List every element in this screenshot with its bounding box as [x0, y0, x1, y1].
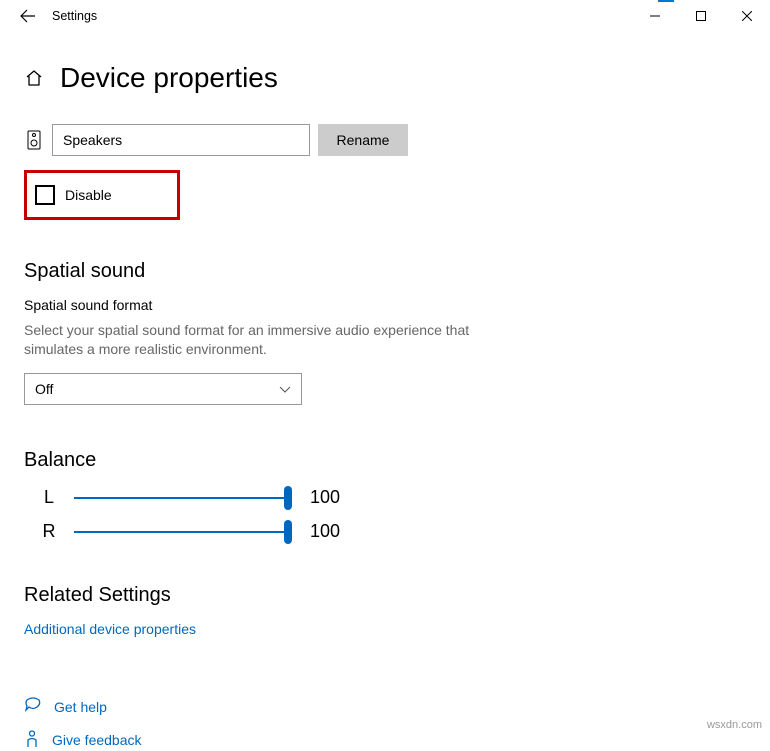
titlebar: Settings	[0, 0, 770, 32]
maximize-icon	[696, 11, 706, 21]
give-feedback-row: Give feedback	[24, 730, 746, 751]
chevron-down-icon	[279, 381, 291, 397]
watermark: wsxdn.com	[707, 719, 762, 731]
spatial-sound-label: Spatial sound format	[24, 297, 746, 313]
minimize-icon	[650, 11, 660, 21]
spatial-sound-heading: Spatial sound	[24, 260, 746, 283]
app-title: Settings	[52, 9, 97, 23]
balance-right-row: R 100	[24, 520, 746, 544]
additional-properties-row: Additional device properties	[24, 621, 746, 637]
balance-left-value: 100	[310, 487, 340, 508]
additional-device-properties-link[interactable]: Additional device properties	[24, 621, 196, 637]
content: Device properties Rename Disable Spatial…	[0, 32, 770, 751]
rename-button[interactable]: Rename	[318, 124, 408, 156]
disable-checkbox[interactable]	[35, 185, 55, 205]
device-name-row: Rename	[24, 124, 746, 156]
get-help-link[interactable]: Get help	[54, 699, 107, 715]
arrow-left-icon	[20, 8, 36, 24]
balance-left-row: L 100	[24, 486, 746, 510]
balance-left-slider[interactable]	[74, 486, 292, 510]
disable-label: Disable	[65, 187, 112, 203]
balance-section: Balance L 100 R 100	[24, 449, 746, 544]
window-controls	[632, 0, 770, 32]
device-name-input[interactable]	[52, 124, 310, 156]
give-feedback-link[interactable]: Give feedback	[52, 732, 142, 748]
spatial-sound-value: Off	[35, 381, 53, 397]
balance-right-value: 100	[310, 521, 340, 542]
accent-strip	[658, 0, 674, 2]
close-button[interactable]	[724, 0, 770, 32]
balance-right-slider[interactable]	[74, 520, 292, 544]
get-help-icon	[24, 697, 42, 718]
slider-thumb	[284, 486, 292, 510]
spatial-sound-description: Select your spatial sound format for an …	[24, 321, 484, 359]
get-help-row: Get help	[24, 697, 746, 718]
back-button[interactable]	[6, 0, 50, 32]
feedback-icon	[24, 730, 40, 751]
balance-right-label: R	[24, 521, 74, 542]
maximize-button[interactable]	[678, 0, 724, 32]
spatial-sound-select[interactable]: Off	[24, 373, 302, 405]
minimize-button[interactable]	[632, 0, 678, 32]
page-title: Device properties	[60, 62, 278, 94]
slider-thumb	[284, 520, 292, 544]
balance-heading: Balance	[24, 449, 746, 472]
slider-track	[74, 497, 292, 499]
page-heading-row: Device properties	[24, 62, 746, 94]
slider-track	[74, 531, 292, 533]
home-icon[interactable]	[24, 68, 44, 88]
speaker-icon	[24, 130, 44, 150]
disable-checkbox-highlight: Disable	[24, 170, 180, 220]
help-links: Get help Give feedback	[24, 697, 746, 751]
balance-left-label: L	[24, 487, 74, 508]
related-settings-heading: Related Settings	[24, 584, 746, 607]
close-icon	[742, 11, 752, 21]
